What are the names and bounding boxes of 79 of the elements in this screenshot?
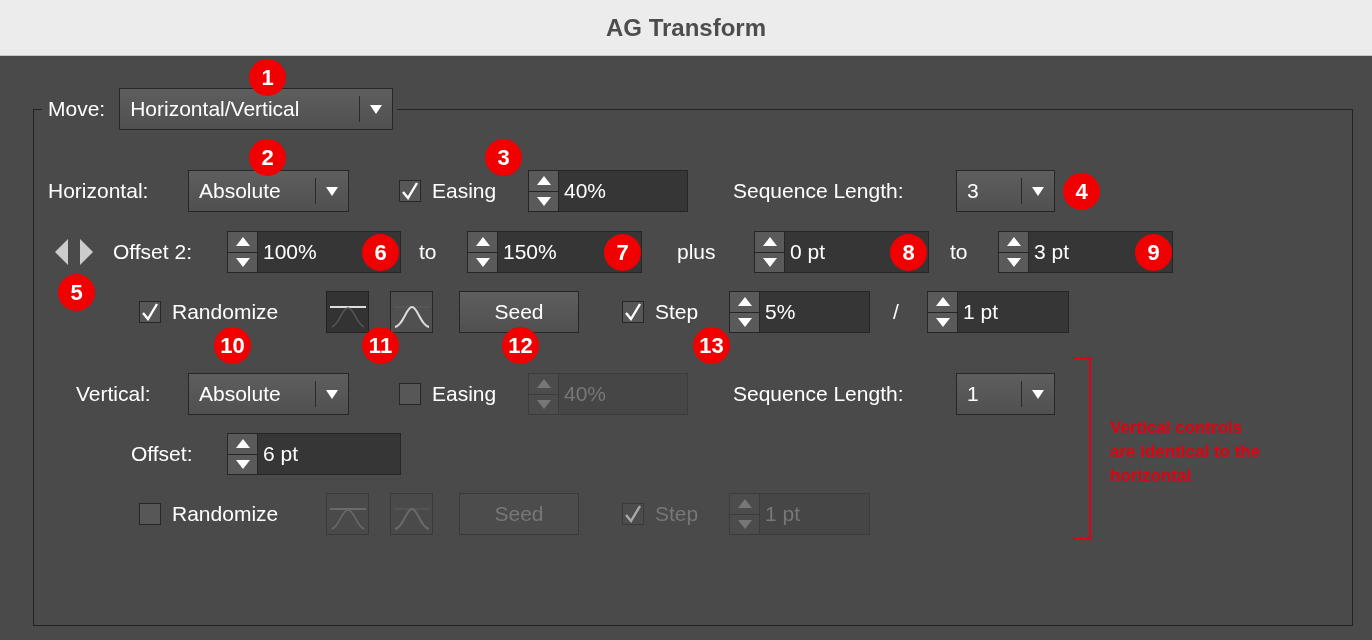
checkbox[interactable] — [139, 503, 161, 525]
up-arrow-icon — [235, 237, 250, 247]
up-arrow-icon — [235, 439, 250, 449]
checkbox[interactable] — [139, 301, 161, 323]
number-field[interactable]: 5% — [729, 291, 870, 333]
left-arrow-icon[interactable] — [55, 239, 68, 265]
callout-badge: 3 — [485, 139, 522, 176]
callout-badge: 5 — [58, 274, 95, 311]
callout-badge: 13 — [693, 327, 730, 364]
field-label: Vertical: — [76, 381, 151, 408]
callout-badge: 2 — [249, 139, 286, 176]
step-up-button[interactable] — [928, 292, 957, 313]
down-arrow-icon — [1006, 257, 1021, 267]
up-arrow-icon — [536, 176, 551, 186]
down-arrow-icon — [475, 257, 490, 267]
checkbox-label: Easing — [432, 178, 497, 205]
dropdown[interactable]: Horizontal/Vertical — [119, 88, 394, 130]
callout-badge: 12 — [502, 327, 539, 364]
checkbox-label: Randomize — [172, 299, 279, 326]
up-arrow-icon — [737, 499, 752, 509]
dropdown[interactable]: 1 — [956, 373, 1055, 415]
field-label: Horizontal: — [48, 178, 149, 205]
caret-icon — [326, 389, 338, 399]
checkbox[interactable] — [399, 180, 421, 202]
dropdown[interactable]: Absolute — [188, 170, 349, 212]
field-label: Offset 2: — [113, 239, 192, 266]
checkbox-label: Easing — [432, 381, 497, 408]
up-arrow-icon — [762, 237, 777, 247]
field-label: plus — [677, 239, 716, 266]
field-label: to — [950, 239, 968, 266]
caret-icon — [1032, 186, 1044, 196]
down-arrow-icon — [536, 196, 551, 206]
step-up-button[interactable] — [529, 171, 558, 192]
right-arrow-icon[interactable] — [80, 239, 93, 265]
checkbox[interactable] — [622, 301, 644, 323]
up-arrow-icon — [536, 379, 551, 389]
annotation-note: Vertical controls are identical to the horizontal — [1110, 417, 1262, 487]
number-field[interactable]: 6 pt — [227, 433, 401, 475]
callout-badge: 11 — [362, 327, 399, 364]
caret-icon — [326, 186, 338, 196]
step-up-button[interactable] — [468, 232, 497, 253]
up-arrow-icon — [935, 297, 950, 307]
caret-icon — [1032, 389, 1044, 399]
move-label: Move: — [48, 96, 106, 123]
down-arrow-icon — [935, 317, 950, 327]
checkbox[interactable] — [399, 383, 421, 405]
checkbox-label: Randomize — [172, 501, 279, 528]
field-label: Offset: — [131, 441, 193, 468]
dropdown[interactable]: Absolute — [188, 373, 349, 415]
down-arrow-icon — [737, 519, 752, 529]
step-up-button[interactable] — [730, 292, 759, 313]
dropdown[interactable]: 3 — [956, 170, 1055, 212]
bell-curve-button[interactable] — [390, 291, 433, 333]
up-arrow-icon — [737, 297, 752, 307]
seed-button[interactable]: Seed — [459, 291, 579, 333]
step-up-button[interactable] — [755, 232, 784, 253]
down-arrow-icon — [235, 257, 250, 267]
caret-icon — [370, 104, 383, 114]
step-up-button[interactable] — [999, 232, 1028, 253]
callout-badge: 10 — [214, 327, 251, 364]
up-arrow-icon — [475, 237, 490, 247]
step-up-button[interactable] — [228, 434, 257, 455]
number-field[interactable]: 40% — [528, 170, 688, 212]
callout-badge: 4 — [1063, 173, 1100, 210]
number-field[interactable]: 1 pt — [927, 291, 1069, 333]
field-label: / — [893, 299, 899, 326]
field-label: Sequence Length: — [733, 381, 904, 408]
field-label: Sequence Length: — [733, 178, 904, 205]
step-up-button[interactable] — [228, 232, 257, 253]
window-title: AG Transform — [606, 12, 766, 43]
field-label: to — [419, 239, 437, 266]
down-arrow-icon — [737, 317, 752, 327]
callout-badge: 1 — [249, 59, 286, 96]
checkbox-label: Step — [655, 299, 699, 326]
flat-curve-button[interactable] — [326, 291, 369, 333]
down-arrow-icon — [762, 257, 777, 267]
down-arrow-icon — [235, 459, 250, 469]
down-arrow-icon — [536, 399, 551, 409]
up-arrow-icon — [1006, 237, 1021, 247]
